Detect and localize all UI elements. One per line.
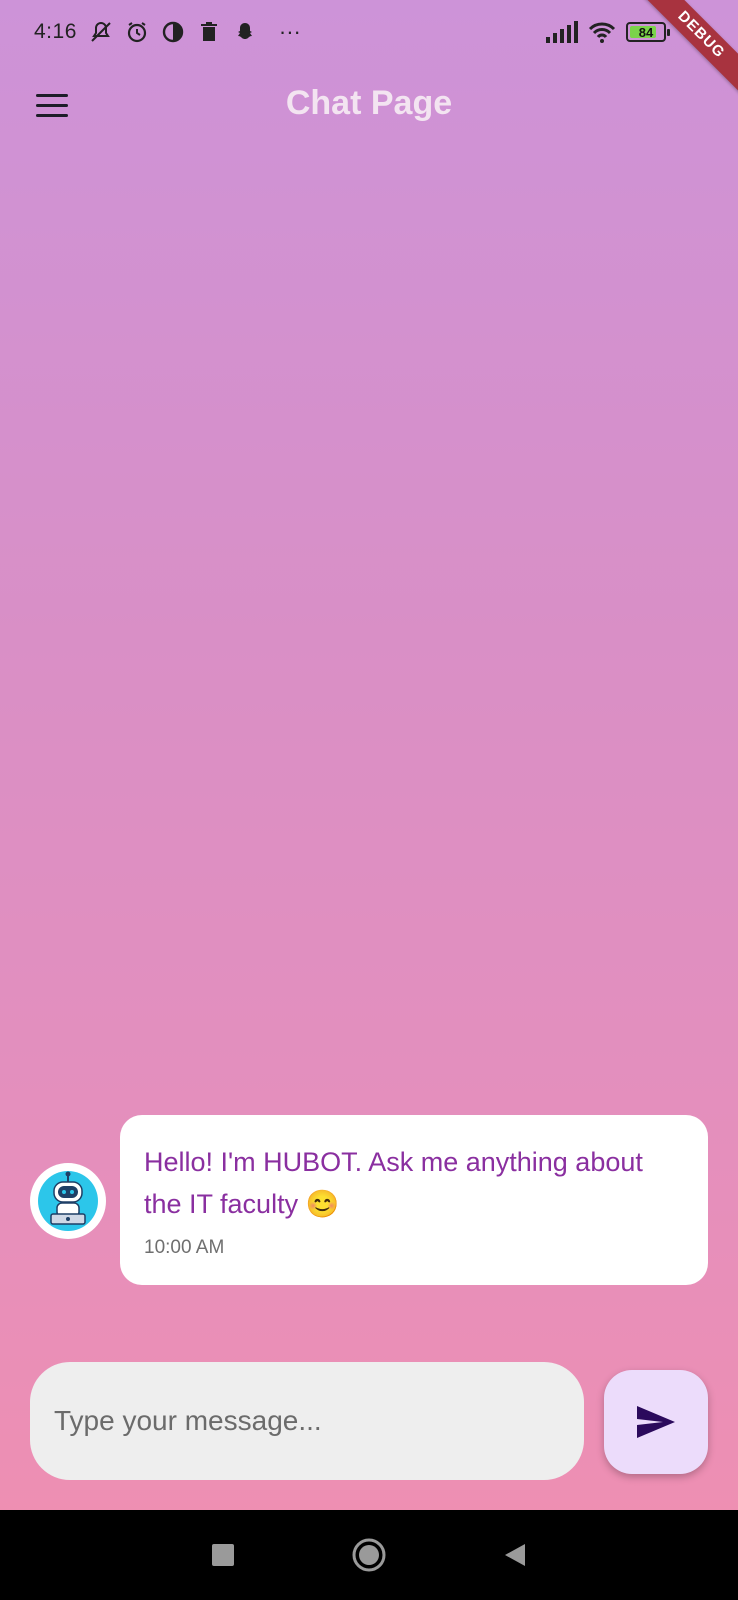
message-row: Hello! I'm HUBOT. Ask me anything about … [30,1115,710,1285]
page-title: Chat Page [285,84,453,122]
data-saver-icon [162,21,184,43]
message-input[interactable] [54,1405,560,1437]
message-timestamp: 10:00 AM [144,1237,225,1258]
message-bubble: Hello! I'm HUBOT. Ask me anything about … [120,1115,708,1285]
wifi-icon [588,22,616,43]
status-left: 4:16 ··· [34,19,301,45]
mute-icon [91,21,111,42]
more-notifications-indicator: ··· [278,19,301,44]
message-input-container[interactable] [30,1362,584,1480]
alarm-icon [127,22,146,43]
system-nav-bar [0,1510,738,1600]
trash-icon [200,22,217,41]
snapchat-icon [237,23,252,39]
home-circle-icon[interactable] [349,1535,389,1575]
message-text: Hello! I'm HUBOT. Ask me anything about … [144,1147,643,1219]
send-icon [637,1406,675,1438]
status-time: 4:16 [34,20,77,43]
app-bar: Chat Page [0,70,738,140]
robot-avatar-icon [30,1163,106,1239]
recents-square-icon[interactable] [203,1535,243,1575]
signal-icon [546,21,578,43]
back-triangle-icon[interactable] [495,1535,535,1575]
send-button[interactable] [604,1370,708,1474]
